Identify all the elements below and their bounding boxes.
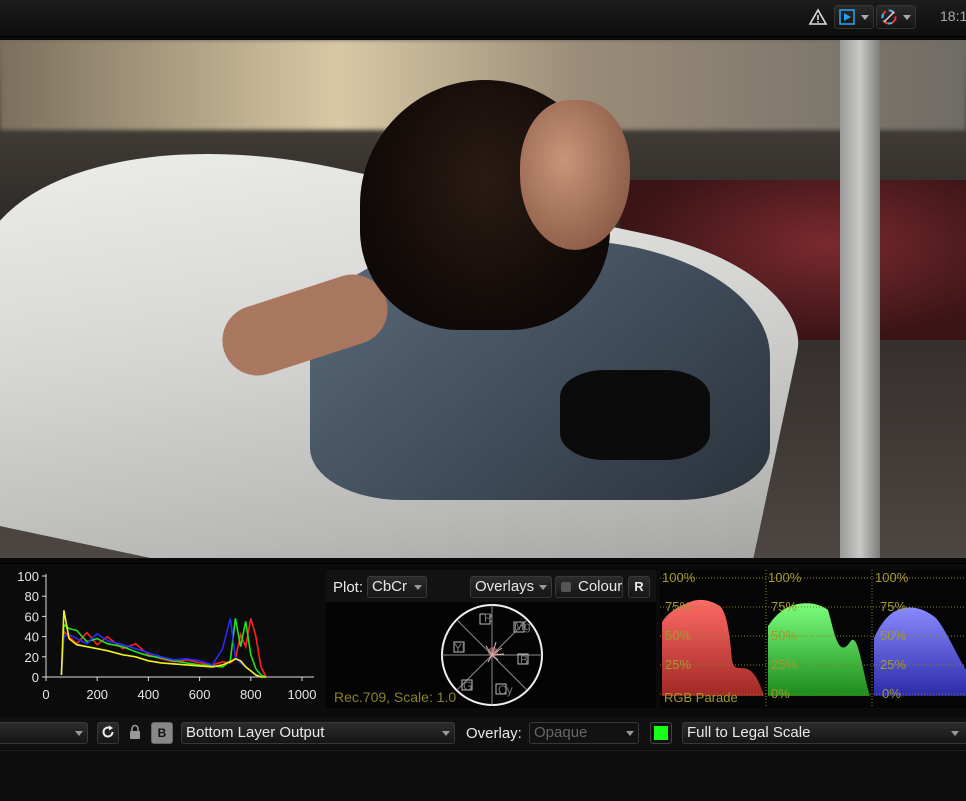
level-label: 50%	[771, 628, 797, 643]
vectorscope: Plot: CbCr Overlays Colour R R Mg B Cy G…	[326, 570, 656, 708]
x-tick-label: 800	[240, 687, 262, 702]
overlays-dropdown[interactable]: Overlays	[470, 576, 552, 598]
top-bar: 18:1	[0, 0, 966, 37]
level-label: 75%	[880, 599, 906, 614]
level-label: 25%	[880, 657, 906, 672]
level-label: 75%	[665, 599, 691, 614]
y-tick-label: 80	[25, 589, 39, 604]
level-label: 0%	[882, 686, 901, 701]
y-tick-label: 60	[25, 609, 39, 624]
r-button[interactable]: R	[628, 576, 650, 598]
plot-dropdown[interactable]: CbCr	[367, 576, 427, 598]
y-tick-label: 40	[25, 630, 39, 645]
target-label: Cy	[498, 683, 513, 697]
target-label: R	[484, 611, 493, 625]
level-label: 0%	[771, 686, 790, 701]
overlay-label: Overlay:	[466, 725, 522, 742]
status-footer	[0, 750, 966, 801]
plot-label: Plot:	[333, 579, 364, 596]
chevron-down-icon	[861, 15, 869, 20]
refresh-icon	[101, 725, 115, 742]
checkbox-icon	[561, 582, 571, 592]
level-label: 100%	[768, 570, 802, 585]
bottom-toolbar: B Bottom Layer Output Overlay: Opaque Fu…	[0, 717, 966, 749]
scale-value: Full to Legal Scale	[687, 724, 811, 741]
plot-value: CbCr	[372, 578, 408, 595]
output-value: Bottom Layer Output	[186, 724, 325, 741]
b-button[interactable]: B	[151, 722, 173, 744]
face	[520, 100, 630, 250]
x-tick-label: 600	[189, 687, 211, 702]
target-label: G	[463, 679, 472, 693]
refresh-button[interactable]	[97, 722, 119, 744]
y-tick-label: 0	[32, 670, 39, 685]
colour-toggle[interactable]: Colour	[555, 576, 623, 598]
windscreen-pillar	[840, 40, 880, 558]
play-monitor-icon	[839, 9, 855, 30]
overlay-dropdown[interactable]: Opaque	[529, 722, 639, 744]
target-label: B	[520, 653, 528, 667]
chevron-down-icon	[442, 731, 450, 736]
warning-triangle-icon[interactable]	[808, 6, 828, 28]
y-tick-label: 20	[25, 650, 39, 665]
histogram-chart: 0204060801000 200 400 600 800 1000	[17, 569, 317, 702]
level-label: 50%	[880, 628, 906, 643]
chevron-down-icon	[903, 15, 911, 20]
scopes-panel: 0 20 40 60 80 100 0 200 400 600 800 1000 Plot: CbCr…	[0, 563, 966, 712]
parade-title: RGB Parade	[664, 690, 738, 705]
chevron-down-icon	[951, 731, 959, 736]
swatch-fill	[654, 726, 668, 740]
x-tick-label: 200	[86, 687, 108, 702]
clock-time: 18:1	[940, 8, 966, 24]
chevron-down-icon	[75, 731, 83, 736]
chevron-down-icon	[414, 585, 422, 590]
scope-standard-note: Rec.709, Scale: 1.0	[334, 689, 457, 705]
colour-wheel-icon	[881, 9, 897, 30]
overlay-colour-swatch[interactable]	[650, 722, 672, 744]
vectorscope-header: Plot: CbCr Overlays Colour R	[326, 570, 656, 602]
target-label: Mg	[514, 619, 531, 633]
lock-button[interactable]	[124, 722, 146, 744]
level-label: 25%	[771, 657, 797, 672]
histogram-scope: 0 20 40 60 80 100 0 200 400 600 800 1000	[0, 564, 322, 712]
colour-label: Colour	[578, 578, 623, 595]
level-label: 100%	[875, 570, 909, 585]
target-label: Yl	[454, 641, 465, 655]
black-top	[560, 370, 710, 460]
y-tick-label: 100	[17, 569, 39, 584]
padlock-icon	[128, 724, 142, 743]
x-tick-label: 400	[138, 687, 160, 702]
output-dropdown[interactable]: Bottom Layer Output	[181, 722, 455, 744]
colour-mode-button[interactable]	[876, 5, 916, 29]
x-tick-label: 1000	[288, 687, 317, 702]
level-label: 75%	[771, 599, 797, 614]
source-dropdown[interactable]	[0, 722, 88, 744]
rgb-parade-scope: 100% 75% 50% 25% 100% 75% 50% 25% 0% 100…	[660, 570, 966, 708]
overlays-label: Overlays	[475, 578, 535, 595]
overlay-value: Opaque	[534, 724, 588, 741]
x-tick-label: 0	[42, 687, 49, 702]
level-label: 50%	[665, 628, 691, 643]
image-viewer[interactable]	[0, 40, 966, 558]
chevron-down-icon	[626, 731, 634, 736]
level-label: 25%	[665, 657, 691, 672]
rgb-parade-plot: 100% 75% 50% 25% 100% 75% 50% 25% 0% 100…	[660, 570, 966, 708]
view-mode-button[interactable]	[834, 5, 874, 29]
level-label: 100%	[662, 570, 696, 585]
chevron-down-icon	[539, 585, 547, 590]
scale-dropdown[interactable]: Full to Legal Scale	[682, 722, 966, 744]
